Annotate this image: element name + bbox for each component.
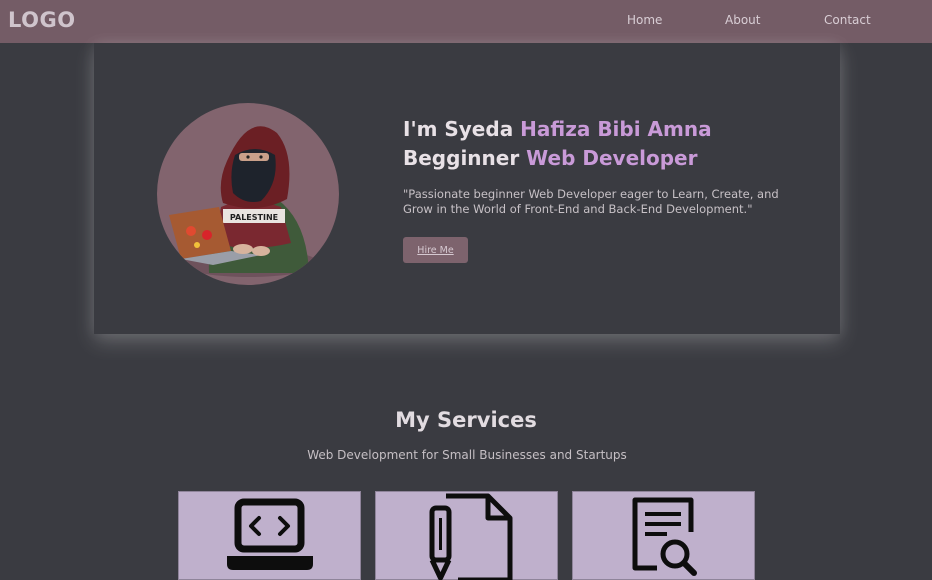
navbar: LOGO Home About Contact xyxy=(0,0,932,43)
service-card-web-dev[interactable] xyxy=(178,491,361,580)
nav-link-about[interactable]: About xyxy=(725,13,760,27)
hero-title-name: Hafiza Bibi Amna xyxy=(520,117,712,141)
services-title: My Services xyxy=(395,408,537,432)
hero-title: I'm Syeda Hafiza Bibi Amna Begginner Web… xyxy=(403,115,823,173)
hero-section: PALESTINE I'm Syeda Hafiza Bibi Amna Beg… xyxy=(94,43,840,334)
hero-title-role: Web Developer xyxy=(526,146,698,170)
logo[interactable]: LOGO xyxy=(8,8,76,32)
avatar: PALESTINE xyxy=(157,103,339,285)
hero-title-line1-plain: I'm Syeda xyxy=(403,117,521,141)
document-pen-icon xyxy=(429,493,513,580)
hero-title-line2-plain: Begginner xyxy=(403,146,527,170)
nav-link-contact[interactable]: Contact xyxy=(824,13,871,27)
avatar-illustration: PALESTINE xyxy=(169,126,319,277)
avatar-shirt-text: PALESTINE xyxy=(230,213,278,222)
hero-description: "Passionate beginner Web Developer eager… xyxy=(403,187,779,216)
service-card-content[interactable] xyxy=(375,491,558,580)
document-search-icon xyxy=(632,497,697,576)
services-subtitle: Web Development for Small Businesses and… xyxy=(307,448,627,462)
laptop-code-icon xyxy=(227,498,313,570)
hire-me-button[interactable]: Hire Me xyxy=(403,237,468,263)
nav-link-home[interactable]: Home xyxy=(627,13,662,27)
service-card-seo[interactable] xyxy=(572,491,755,580)
page: LOGO Home About Contact PALESTINE I'm Sy… xyxy=(0,0,932,580)
